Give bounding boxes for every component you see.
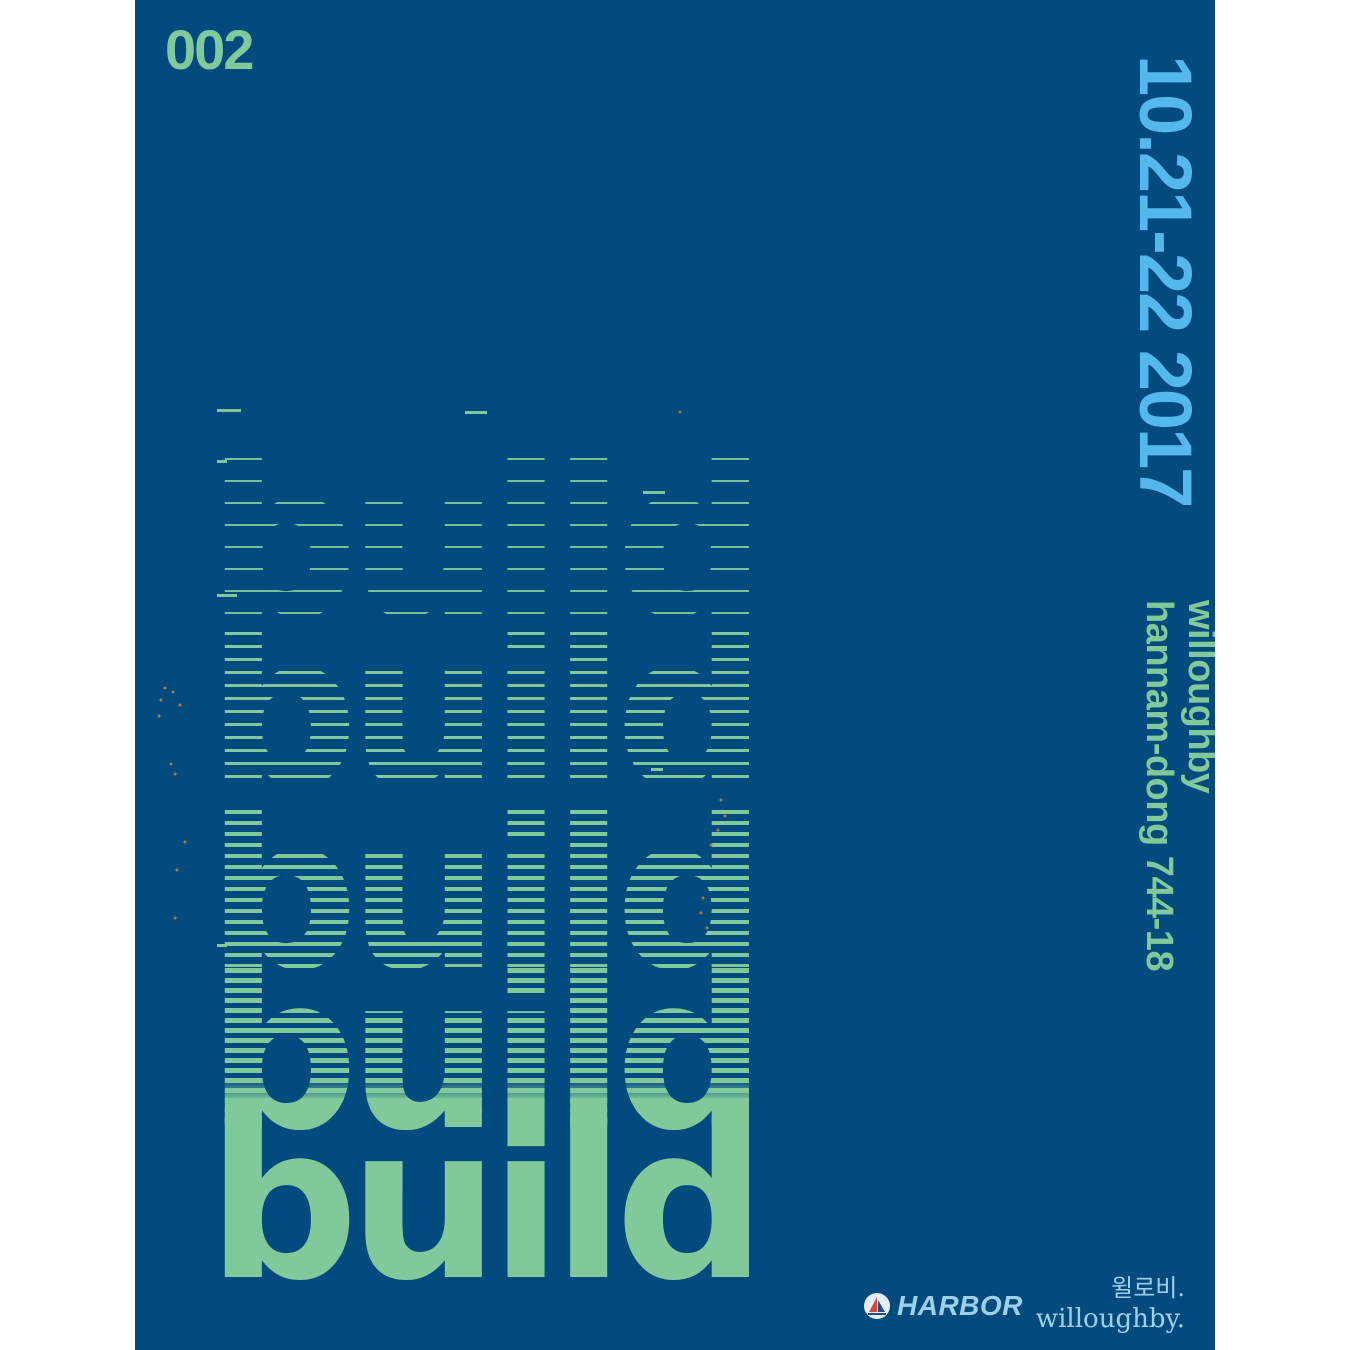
build-word-striped-1: build (207, 588, 767, 835)
issue-number: 002 (165, 18, 254, 81)
glitch-dash (217, 409, 241, 412)
harbor-sail-icon (864, 1293, 890, 1319)
venue-block: willoughby hannam-dong 744-18 (1138, 600, 1215, 971)
harbor-logo: HARBOR (863, 1290, 1023, 1322)
poster: 002 10.21-22 2017 willoughby hannam-dong… (135, 0, 1215, 1350)
willoughby-korean: 윌로비. (1111, 1274, 1185, 1302)
venue-address: hannam-dong 744-18 (1138, 600, 1180, 972)
glitch-dash (465, 411, 487, 414)
venue-name: willoughby (1180, 600, 1215, 794)
harbor-label: HARBOR (897, 1290, 1023, 1321)
build-word-solid: build (207, 1080, 767, 1327)
willoughby-logo: 윌로비. willoughby. (1036, 1276, 1185, 1332)
event-dates: 10.21-22 2017 (1124, 55, 1207, 507)
willoughby-english: willoughby. (1035, 1304, 1185, 1334)
